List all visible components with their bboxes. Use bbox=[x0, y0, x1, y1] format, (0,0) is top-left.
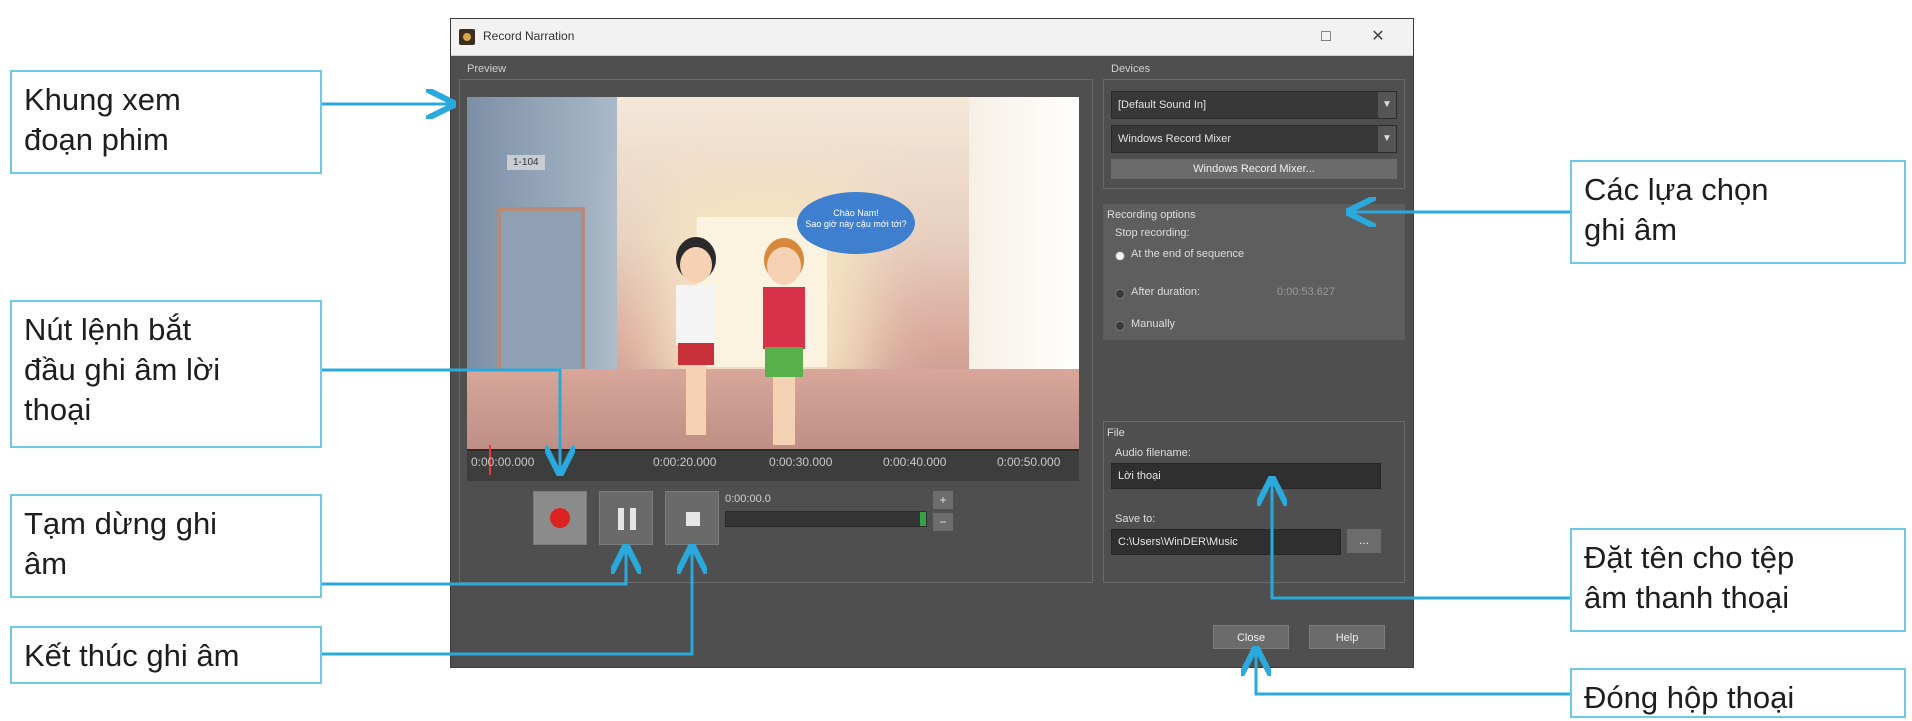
callout-arrows bbox=[322, 0, 1570, 696]
arrow-pause-record bbox=[322, 550, 626, 586]
arrow-name-file bbox=[1272, 482, 1570, 600]
arrow-stop-record bbox=[322, 550, 692, 656]
arrow-close-dialog bbox=[1256, 652, 1570, 696]
arrow-start-record bbox=[322, 368, 560, 470]
